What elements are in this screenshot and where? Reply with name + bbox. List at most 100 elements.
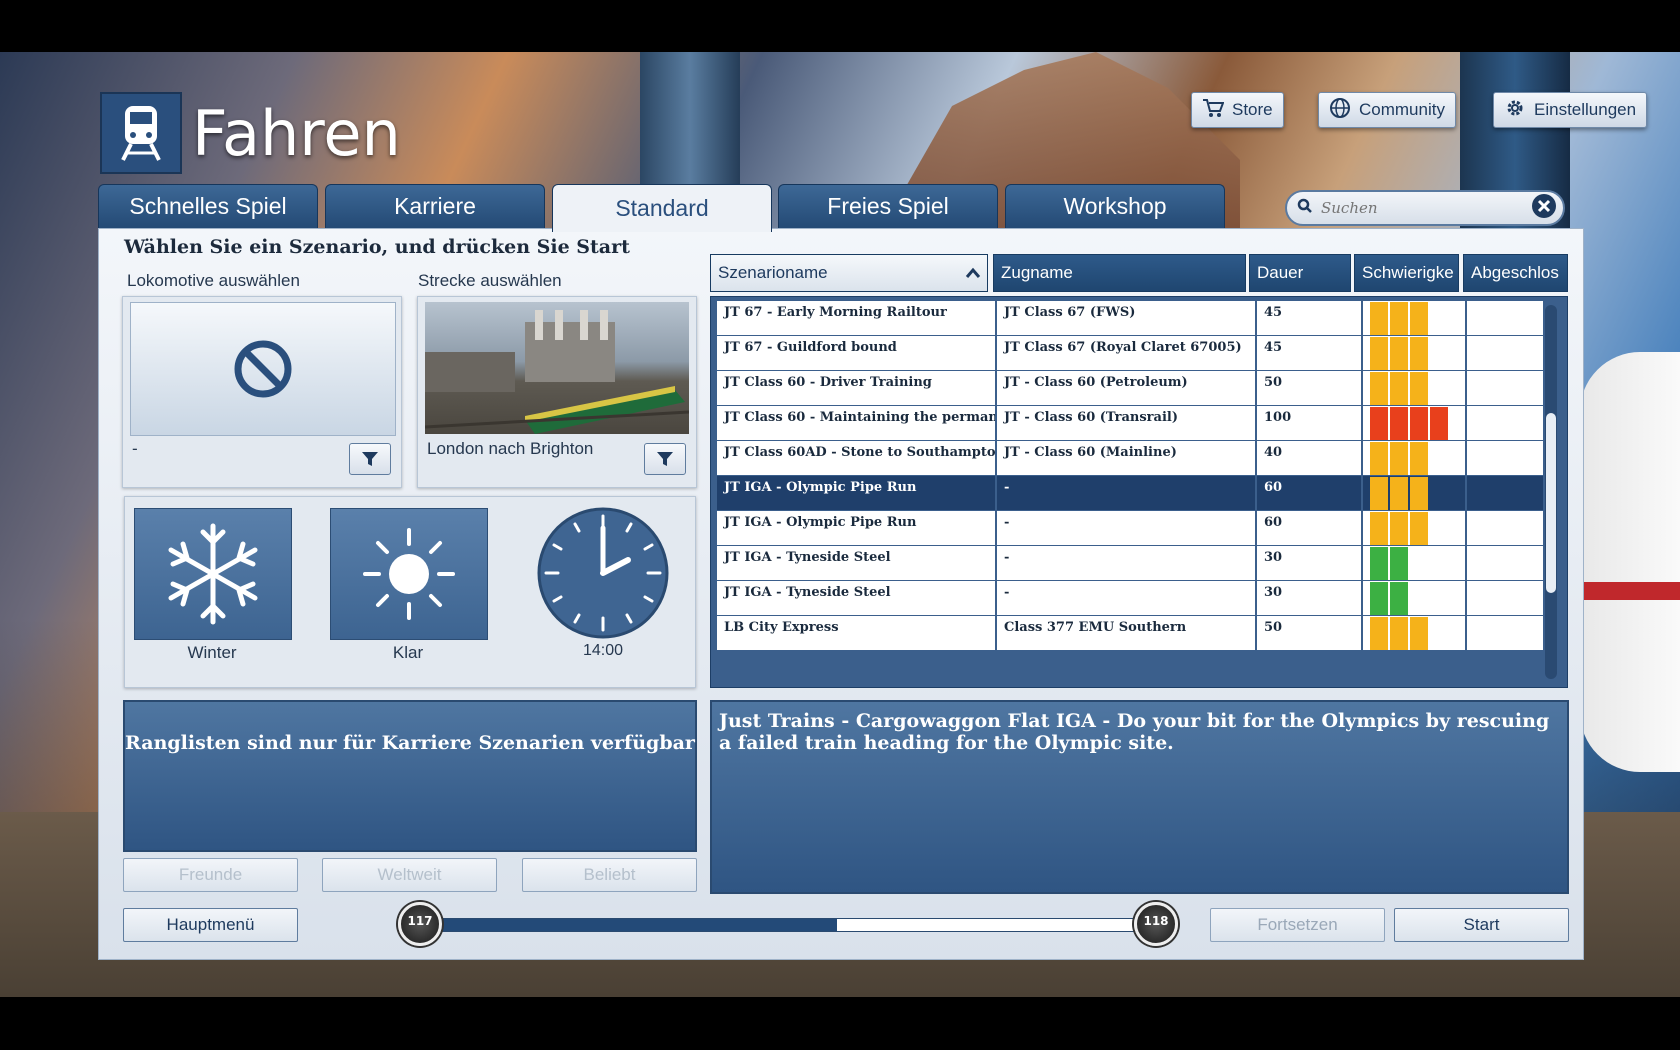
difficulty-bar [1390,477,1408,510]
completed-cell [1467,371,1543,405]
difficulty-cell [1363,546,1467,580]
tab-standard[interactable]: Standard [552,184,772,232]
train-name-cell: - [997,581,1257,615]
level-progress-fill [421,919,838,931]
main-menu-button[interactable]: Hauptmenü [123,908,298,942]
difficulty-bar [1410,372,1428,405]
difficulty-bar [1370,477,1388,510]
train-name-cell: JT - Class 60 (Mainline) [997,441,1257,475]
scenario-name-cell: LB City Express [717,616,997,650]
train-name-cell: - [997,476,1257,510]
duration-cell: 60 [1257,511,1363,545]
background-train [1580,352,1680,772]
difficulty-bar [1410,617,1428,650]
search-input[interactable] [1319,198,1531,218]
table-row[interactable]: JT Class 60 - Maintaining the permanent … [717,406,1543,440]
loco-filter-button[interactable] [349,443,391,475]
difficulty-bar [1390,442,1408,475]
difficulty-bars [1370,337,1459,370]
route-card[interactable]: London nach Brighton [417,296,697,488]
clock-button[interactable] [536,506,670,640]
next-level-badge: 118 [1134,902,1178,946]
difficulty-bar [1430,407,1448,440]
worldwide-button[interactable]: Weltweit [322,858,497,892]
column-header-completed[interactable]: Abgeschlos [1463,254,1568,292]
weather-label: Klar [392,643,424,662]
scenario-table: JT 67 - Early Morning Railtour JT Class 6… [710,296,1568,688]
duration-cell: 60 [1257,476,1363,510]
clear-search-icon[interactable] [1531,193,1557,223]
column-header-duration[interactable]: Dauer [1249,254,1351,292]
scenario-name-cell: JT 67 - Guildford bound [717,336,997,370]
settings-button[interactable]: Einstellungen [1493,92,1648,128]
completed-cell [1467,301,1543,335]
tab-quick-play[interactable]: Schnelles Spiel [98,184,318,228]
scrollbar[interactable] [1545,305,1557,679]
scenario-name-cell: JT IGA - Tyneside Steel [717,581,997,615]
search-icon [1297,198,1313,218]
table-row[interactable]: JT 67 - Guildford bound JT Class 67 (Roya… [717,336,1543,370]
completed-cell [1467,546,1543,580]
table-row[interactable]: JT IGA - Olympic Pipe Run -60 [717,511,1543,545]
difficulty-bars [1370,372,1459,405]
season-button[interactable] [134,508,292,640]
train-stripe [1580,582,1680,600]
tab-workshop[interactable]: Workshop [1005,184,1225,228]
scenario-description: Just Trains - Cargowaggon Flat IGA - Do … [719,710,1550,754]
start-button[interactable]: Start [1394,908,1569,942]
community-label: Community [1359,100,1445,119]
store-label: Store [1232,100,1273,119]
description-panel: Just Trains - Cargowaggon Flat IGA - Do … [710,700,1569,894]
difficulty-cell [1363,511,1467,545]
difficulty-bars [1370,582,1459,615]
table-row[interactable]: JT IGA - Olympic Pipe Run -60 [717,476,1543,510]
table-row[interactable]: JT IGA - Tyneside Steel -30 [717,546,1543,580]
filter-icon [657,452,673,466]
difficulty-bar [1410,302,1428,335]
table-row[interactable]: JT Class 60 - Driver Training JT - Class … [717,371,1543,405]
difficulty-bar [1410,337,1428,370]
completed-cell [1467,616,1543,650]
gear-icon [1504,97,1526,124]
route-filter-button[interactable] [644,443,686,475]
tab-free-play[interactable]: Freies Spiel [778,184,998,228]
column-header-difficulty[interactable]: Schwierigke [1354,254,1459,292]
difficulty-bar [1370,547,1388,580]
column-header-train-name[interactable]: Zugname [993,254,1246,292]
difficulty-bar [1370,302,1388,335]
continue-button[interactable]: Fortsetzen [1210,908,1385,942]
train-name-cell: JT - Class 60 (Transrail) [997,406,1257,440]
difficulty-cell [1363,336,1467,370]
tab-career[interactable]: Karriere [325,184,545,228]
app-title-area: Fahren [100,92,401,174]
table-row[interactable]: JT IGA - Tyneside Steel -30 [717,581,1543,615]
snowflake-icon [168,523,258,625]
popular-button[interactable]: Beliebt [522,858,697,892]
difficulty-bar [1390,407,1408,440]
duration-cell: 30 [1257,581,1363,615]
column-header-scenario-name[interactable]: Szenarioname [710,254,988,292]
store-button[interactable]: Store [1191,92,1284,128]
difficulty-bars [1370,407,1459,440]
difficulty-bar [1370,337,1388,370]
column-header-label: Szenarioname [718,263,828,282]
difficulty-bar [1410,512,1428,545]
weather-button[interactable] [330,508,488,640]
duration-cell: 50 [1257,371,1363,405]
time-label: 14:00 [582,642,624,659]
scrollbar-thumb[interactable] [1546,413,1556,593]
community-button[interactable]: Community [1318,92,1456,128]
loco-value: - [132,439,138,458]
difficulty-bar [1410,407,1428,440]
difficulty-bars [1370,477,1459,510]
route-value: London nach Brighton [427,439,594,458]
table-row[interactable]: JT Class 60AD - Stone to Southampton JT -… [717,441,1543,475]
loco-card[interactable]: - [122,296,402,488]
table-row[interactable]: LB City Express Class 377 EMU Southern 50 [717,616,1543,650]
friends-button[interactable]: Freunde [123,858,298,892]
difficulty-bar [1410,477,1428,510]
globe-icon [1329,97,1351,124]
clock-icon [537,507,669,639]
scenario-name-cell: JT IGA - Olympic Pipe Run [717,476,997,510]
table-row[interactable]: JT 67 - Early Morning Railtour JT Class 6… [717,301,1543,335]
